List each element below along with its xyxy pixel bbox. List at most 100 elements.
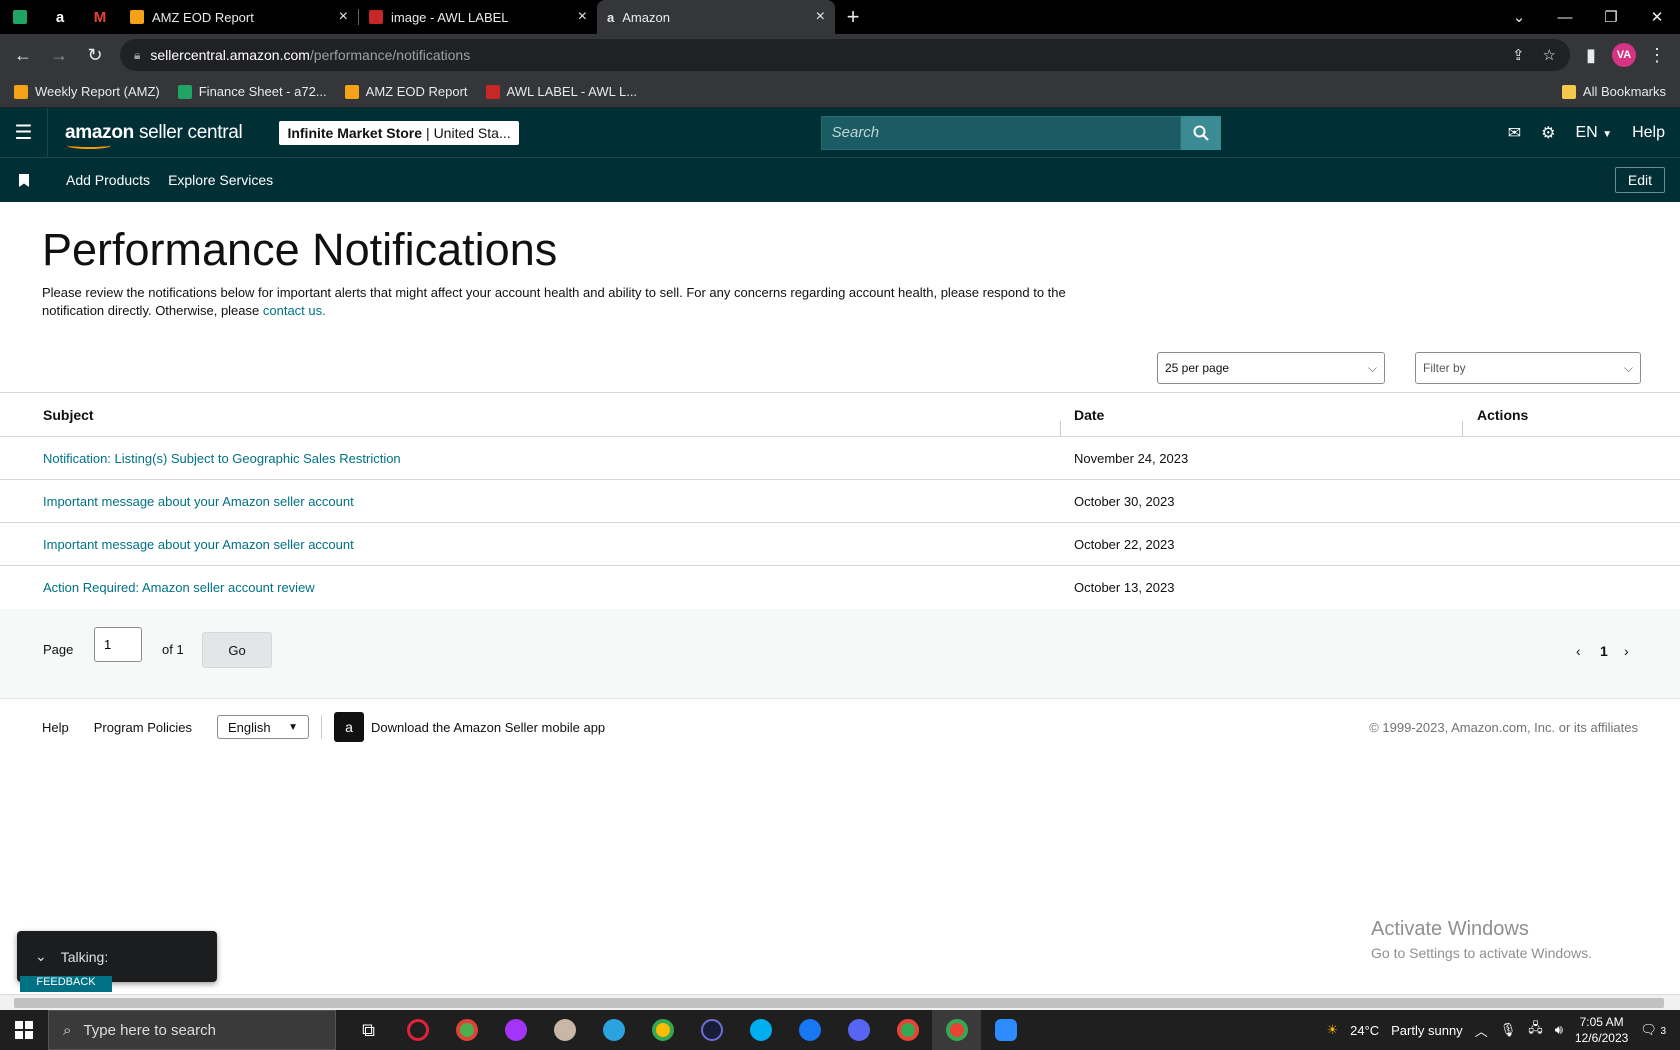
intro-text: Please review the notifications below fo… — [42, 284, 1122, 320]
new-tab-button[interactable]: + — [835, 0, 871, 34]
bookmark-item[interactable]: AWL LABEL - AWL L... — [485, 84, 637, 99]
search-input[interactable] — [820, 115, 1181, 150]
chevron-down-icon[interactable]: ⌄ — [35, 948, 47, 965]
chevron-left-icon[interactable]: ‹ — [1576, 643, 1581, 659]
program-policies-link[interactable]: Program Policies — [94, 720, 192, 735]
shopping-bag-icon[interactable]: a — [334, 712, 365, 742]
add-products-link[interactable]: Add Products — [66, 172, 150, 188]
discord-icon[interactable] — [834, 1010, 883, 1050]
taskbar-search[interactable]: ⌕ Type here to search — [48, 1010, 336, 1050]
help-link[interactable]: Help — [1632, 124, 1665, 142]
edit-button[interactable]: Edit — [1614, 167, 1665, 193]
weather-desc[interactable]: Partly sunny — [1391, 1023, 1463, 1038]
notification-link[interactable]: Important message about your Amazon sell… — [43, 494, 354, 509]
intro-body: Please review the notifications below fo… — [42, 285, 1066, 318]
chrome-icon[interactable] — [638, 1010, 687, 1050]
messenger-icon[interactable] — [491, 1010, 540, 1050]
seller-central-logo[interactable]: amazon seller central — [65, 122, 243, 149]
horizontal-scrollbar[interactable] — [0, 994, 1680, 1010]
search-button[interactable] — [1180, 115, 1221, 150]
windows-start-icon[interactable] — [0, 1021, 48, 1039]
browser-tab[interactable]: image - AWL LABEL × — [359, 0, 597, 34]
gear-icon[interactable]: ⚙ — [1541, 123, 1555, 143]
amazon-icon: a — [607, 9, 615, 25]
chrome-active-icon[interactable] — [932, 1010, 981, 1050]
facebook-icon[interactable] — [785, 1010, 834, 1050]
microphone-icon[interactable]: 🎙︎ — [1500, 1022, 1517, 1038]
telegram-icon[interactable] — [589, 1010, 638, 1050]
reload-icon[interactable]: ↻ — [80, 40, 110, 70]
folder-icon — [1561, 84, 1576, 99]
network-icon[interactable]: 🖧 — [1528, 1019, 1543, 1041]
task-view-icon[interactable]: ⧉ — [344, 1010, 393, 1050]
minimize-icon[interactable]: — — [1542, 9, 1588, 26]
chrome-icon[interactable] — [883, 1010, 932, 1050]
chrome-icon[interactable] — [442, 1010, 491, 1050]
language-selector[interactable]: EN ▼ — [1576, 124, 1613, 142]
skype-icon[interactable] — [736, 1010, 785, 1050]
hamburger-menu-icon[interactable]: ☰ — [0, 108, 48, 157]
weather-icon[interactable]: ☀ — [1326, 1022, 1338, 1038]
store-selector[interactable]: Infinite Market Store | United Sta... — [279, 120, 519, 145]
tab-search-icon[interactable]: ⌄ — [1496, 8, 1542, 26]
forward-icon[interactable]: → — [44, 40, 74, 70]
restore-icon[interactable]: ❐ — [1588, 8, 1634, 26]
chevron-right-icon[interactable]: › — [1624, 643, 1629, 659]
notification-center-icon[interactable]: 🗨︎ 3 — [1640, 1022, 1666, 1038]
search-icon — [1193, 125, 1209, 141]
notification-link[interactable]: Important message about your Amazon sell… — [43, 537, 354, 552]
page-number-input[interactable] — [94, 627, 142, 662]
talking-toast[interactable]: ⌄ Talking: — [17, 931, 217, 982]
browser-tab-active[interactable]: a Amazon × — [597, 0, 835, 34]
back-icon[interactable]: ← — [8, 40, 38, 70]
bookmark-item[interactable]: Finance Sheet - a72... — [177, 84, 327, 99]
filter-by-select[interactable]: Filter by ⌵ — [1415, 352, 1641, 384]
copyright-text: © 1999-2023, Amazon.com, Inc. or its aff… — [1369, 720, 1638, 735]
close-icon[interactable]: × — [578, 8, 587, 26]
bookmark-icon[interactable] — [0, 173, 48, 187]
taskbar-apps: ⧉ — [344, 1010, 1030, 1050]
zoom-icon[interactable] — [981, 1010, 1030, 1050]
go-button[interactable]: Go — [202, 632, 272, 668]
explore-services-link[interactable]: Explore Services — [168, 172, 273, 188]
bookmark-item[interactable]: Weekly Report (AMZ) — [14, 84, 160, 99]
clock[interactable]: 7:05 AM 12/6/2023 — [1575, 1014, 1628, 1046]
app-download-link[interactable]: Download the Amazon Seller mobile app — [371, 720, 605, 735]
app-icon[interactable] — [540, 1010, 589, 1050]
close-window-icon[interactable]: ✕ — [1634, 8, 1680, 26]
address-bar[interactable]: 🔒︎ sellercentral.amazon.com/performance/… — [120, 39, 1570, 71]
notification-link[interactable]: Action Required: Amazon seller account r… — [43, 580, 315, 595]
pinned-tab-sheets[interactable] — [0, 0, 40, 34]
current-page[interactable]: 1 — [1600, 643, 1608, 659]
bookmark-item[interactable]: AMZ EOD Report — [344, 84, 468, 99]
browser-tab[interactable]: AMZ EOD Report × — [120, 0, 358, 34]
weather-temp[interactable]: 24°C — [1350, 1023, 1379, 1038]
opera-icon[interactable] — [393, 1010, 442, 1050]
star-icon[interactable]: ☆ — [1543, 46, 1556, 64]
close-icon[interactable]: × — [339, 8, 348, 26]
profile-avatar[interactable]: VA — [1612, 43, 1636, 67]
header-actions: Actions — [1462, 407, 1680, 437]
chevron-up-icon[interactable]: ︿ — [1475, 1021, 1488, 1040]
mail-icon[interactable]: ✉ — [1508, 123, 1521, 143]
side-panel-icon[interactable]: ▮ — [1576, 40, 1606, 70]
pinned-tab-gmail[interactable]: M — [80, 0, 120, 34]
header-date[interactable]: Date — [1060, 407, 1462, 437]
header-subject[interactable]: Subject — [0, 407, 1060, 423]
notification-link[interactable]: Notification: Listing(s) Subject to Geog… — [43, 451, 401, 466]
scrollbar-thumb[interactable] — [14, 998, 1664, 1008]
footer-help-link[interactable]: Help — [42, 720, 69, 735]
notification-date: October 30, 2023 — [1074, 493, 1175, 509]
per-page-select[interactable]: 25 per page ⌵ — [1157, 352, 1385, 384]
clock-app-icon[interactable] — [687, 1010, 736, 1050]
volume-icon[interactable]: 🔊︎ — [1555, 1022, 1563, 1038]
menu-kebab-icon[interactable]: ⋮ — [1642, 40, 1672, 70]
feedback-tab[interactable]: FEEDBACK — [20, 976, 112, 992]
contact-us-link[interactable]: contact us. — [263, 303, 326, 318]
activate-title: Activate Windows — [1371, 918, 1529, 940]
pinned-tab-amazon[interactable]: a — [40, 0, 80, 34]
share-icon[interactable]: ⇪ — [1512, 46, 1525, 64]
all-bookmarks[interactable]: All Bookmarks — [1561, 84, 1666, 99]
close-icon[interactable]: × — [816, 8, 825, 26]
footer-language-select[interactable]: English ▼ — [217, 715, 310, 739]
